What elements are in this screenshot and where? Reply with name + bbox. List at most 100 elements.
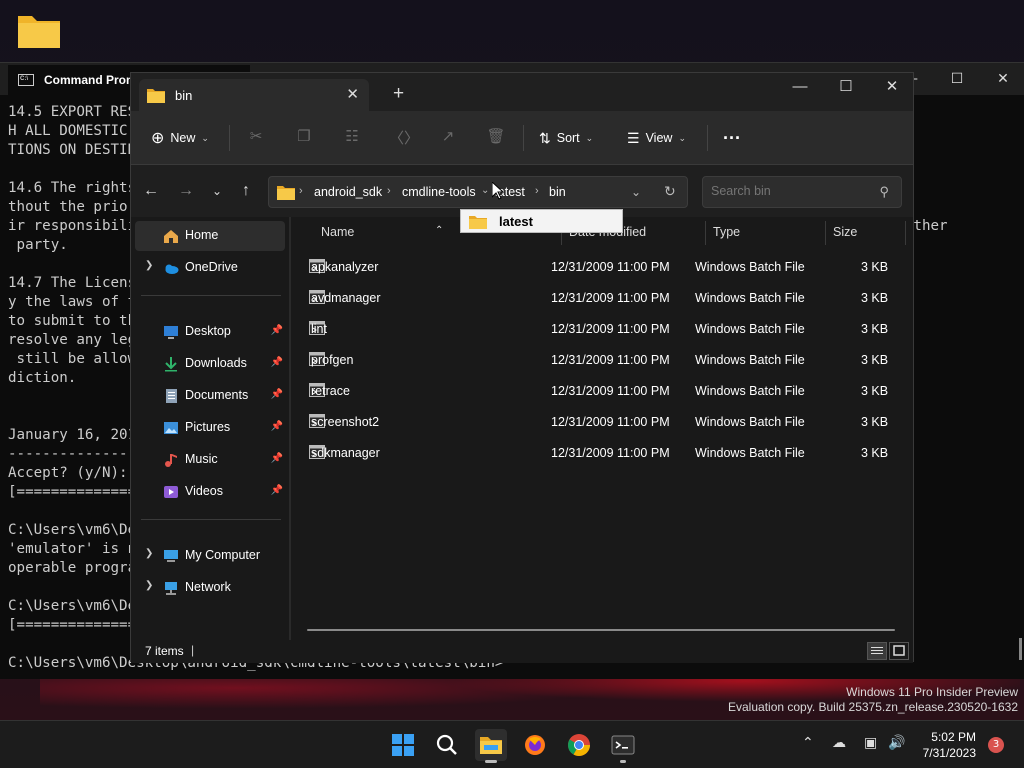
maximize-icon[interactable]: ☐ [823, 73, 869, 101]
pin-icon[interactable]: 📌 [271, 389, 283, 400]
table-row[interactable]: sdkmanager 12/31/2009 11:00 PM Windows Bat… [299, 439, 907, 467]
start-button[interactable] [387, 729, 419, 761]
search-box[interactable]: ⚲ [702, 176, 902, 208]
sidebar-item-videos[interactable]: Videos 📌 [135, 477, 285, 507]
rename-icon[interactable]: 〈〉 [389, 127, 419, 149]
breadcrumb-bin[interactable]: bin [549, 185, 566, 199]
tiles-view-button[interactable] [889, 642, 909, 660]
terminal-taskbar-button[interactable] [607, 729, 639, 763]
pin-icon[interactable]: 📌 [271, 453, 283, 464]
maximize-icon[interactable]: ☐ [934, 63, 980, 95]
details-view-button[interactable] [867, 642, 887, 660]
table-row[interactable]: screenshot2 12/31/2009 11:00 PM Windows Ba… [299, 408, 907, 436]
back-icon[interactable]: ← [139, 179, 163, 203]
sidebar-item-network[interactable]: ❯ Network [135, 573, 285, 603]
expand-icon[interactable]: ❯ [145, 580, 153, 591]
firefox-taskbar-button[interactable] [519, 729, 551, 761]
status-separator: | [191, 643, 195, 657]
search-taskbar-button[interactable] [431, 729, 463, 761]
sidebar-item-onedrive[interactable]: ❯ OneDrive [135, 253, 285, 283]
file-type: Windows Batch File [695, 353, 805, 367]
show-hidden-icons-chevron-icon[interactable]: ⌃ [802, 735, 814, 751]
sidebar-item-label: Music [185, 452, 218, 466]
sidebar-item-desktop[interactable]: Desktop 📌 [135, 317, 285, 347]
column-header-size[interactable]: Size [833, 225, 857, 239]
toolbar-divider [707, 125, 708, 151]
table-row[interactable]: avdmanager 12/31/2009 11:00 PM Windows Bat… [299, 284, 907, 312]
sidebar-item-pictures[interactable]: Pictures 📌 [135, 413, 285, 443]
explorer-titlebar[interactable]: bin ✕ + — ☐ ✕ [131, 73, 913, 111]
file-size: 3 KB [861, 446, 889, 460]
recent-locations-icon[interactable]: ⌄ [205, 179, 229, 203]
sidebar-item-documents[interactable]: Documents 📌 [135, 381, 285, 411]
close-icon[interactable]: ✕ [980, 63, 1024, 95]
pin-icon[interactable]: 📌 [271, 325, 283, 336]
new-button[interactable]: ⊕ New ⌄ [151, 127, 209, 149]
address-history-icon[interactable]: ⌄ [631, 185, 641, 199]
pin-icon[interactable]: 📌 [271, 357, 283, 368]
file-name: retrace [311, 384, 350, 398]
sidebar-item-my-computer[interactable]: ❯ My Computer [135, 541, 285, 571]
refresh-icon[interactable]: ↻ [664, 183, 676, 200]
pin-icon[interactable]: 📌 [271, 421, 283, 432]
expand-icon[interactable]: ❯ [145, 548, 153, 559]
folder-icon[interactable] [16, 10, 62, 50]
minimize-icon[interactable]: — [777, 73, 823, 101]
paste-icon[interactable]: ☷ [341, 127, 363, 149]
table-row[interactable]: profgen 12/31/2009 11:00 PM Windows Batch … [299, 346, 907, 374]
column-divider[interactable] [705, 221, 706, 245]
file-explorer-taskbar-button[interactable] [475, 729, 507, 763]
search-icon[interactable]: ⚲ [879, 184, 889, 200]
network-status-icon[interactable]: ☁ [832, 735, 846, 751]
breadcrumb-dropdown[interactable]: latest [460, 209, 623, 233]
forward-icon[interactable]: → [174, 179, 198, 203]
view-button[interactable]: ☰ View ⌄ [627, 127, 686, 149]
clock-time: 5:02 PM [931, 730, 976, 744]
chevron-right-icon[interactable]: › [299, 185, 303, 197]
breadcrumb-cmdline-tools[interactable]: cmdline-tools [402, 185, 476, 199]
close-icon[interactable]: ✕ [869, 73, 915, 101]
share-icon[interactable]: ↗ [437, 127, 459, 149]
explorer-tab[interactable]: bin ✕ [139, 79, 369, 111]
file-explorer-window[interactable]: bin ✕ + — ☐ ✕ ⊕ New ⌄ ✂ ❐ ☷ 〈〉 ↗ 🗑 ⇅ Sor… [130, 72, 914, 663]
pin-icon[interactable]: 📌 [271, 485, 283, 496]
dropdown-item-latest[interactable]: latest [499, 214, 533, 229]
table-row[interactable]: retrace 12/31/2009 11:00 PM Windows Batch … [299, 377, 907, 405]
column-divider[interactable] [825, 221, 826, 245]
expand-icon[interactable]: ❯ [145, 260, 153, 271]
file-name: screenshot2 [311, 415, 380, 429]
chevron-down-icon[interactable]: ⌄ [481, 185, 489, 196]
file-type: Windows Batch File [695, 260, 805, 274]
volume-icon[interactable]: 🔊 [888, 735, 905, 751]
display-icon[interactable]: ▣ [864, 735, 877, 751]
sidebar-item-home[interactable]: Home [135, 221, 285, 251]
table-row[interactable]: apkanalyzer 12/31/2009 11:00 PM Windows Ba… [299, 253, 907, 281]
column-divider[interactable] [905, 221, 906, 245]
sort-button[interactable]: ⇅ Sort ⌄ [539, 127, 593, 149]
table-row[interactable]: lint 12/31/2009 11:00 PM Windows Batch Fil… [299, 315, 907, 343]
cut-icon[interactable]: ✂ [245, 127, 267, 149]
chevron-right-icon[interactable]: › [387, 185, 391, 197]
copy-icon[interactable]: ❐ [293, 127, 315, 149]
up-icon[interactable]: ↑ [234, 179, 258, 203]
system-clock[interactable]: 5:02 PM 7/31/2023 [923, 729, 976, 761]
sidebar-item-downloads[interactable]: Downloads 📌 [135, 349, 285, 379]
search-input[interactable] [711, 184, 871, 198]
notification-badge[interactable]: 3 [988, 737, 1004, 753]
sidebar-item-music[interactable]: Music 📌 [135, 445, 285, 475]
delete-icon[interactable]: 🗑 [485, 127, 507, 149]
cmd-scrollbar[interactable] [1019, 638, 1022, 660]
horizontal-scrollbar[interactable] [307, 629, 895, 631]
breadcrumb-android-sdk[interactable]: android_sdk [314, 185, 382, 199]
column-header-type[interactable]: Type [713, 225, 740, 239]
folder-icon [469, 216, 487, 229]
clock-date: 7/31/2023 [922, 746, 976, 760]
new-tab-icon[interactable]: + [393, 83, 404, 105]
more-options-icon[interactable]: ··· [723, 127, 741, 149]
chrome-taskbar-button[interactable] [563, 729, 595, 761]
column-header-name[interactable]: Name [321, 225, 354, 239]
file-type: Windows Batch File [695, 415, 805, 429]
chevron-right-icon[interactable]: › [535, 185, 539, 197]
tab-close-icon[interactable]: ✕ [346, 85, 359, 103]
address-bar[interactable]: › android_sdk › cmdline-tools ⌄ latest ›… [268, 176, 688, 208]
